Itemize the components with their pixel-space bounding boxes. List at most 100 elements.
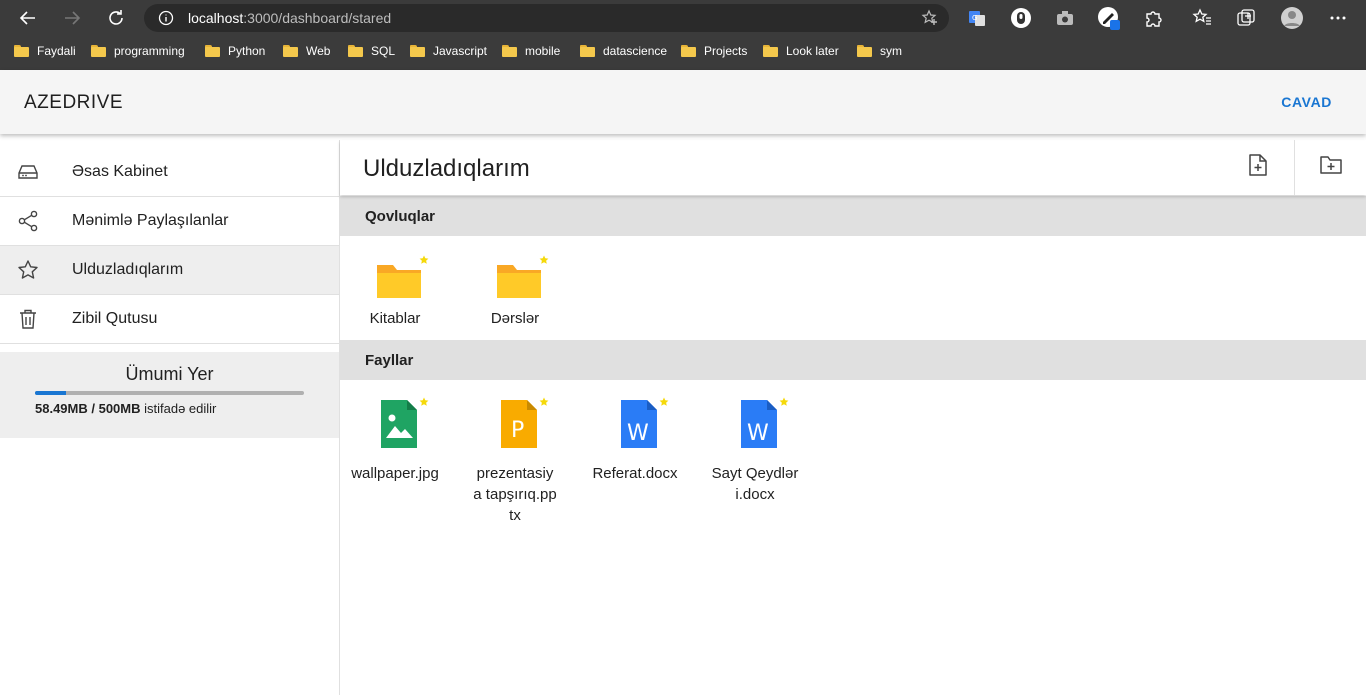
favorites-icon[interactable]	[1190, 6, 1214, 30]
back-icon[interactable]	[16, 6, 40, 30]
folder-icon	[857, 45, 872, 57]
file-name: Sayt Qeydləri.docx	[711, 465, 799, 503]
file-item[interactable]: W Referat.docx	[585, 397, 685, 518]
folder-icon	[580, 45, 595, 57]
image-file-icon	[375, 398, 423, 450]
add-favorite-icon[interactable]	[921, 9, 939, 32]
word-file-icon: W	[735, 398, 783, 450]
storage-usage-text: 58.49MB / 500MB istifadə edilir	[35, 401, 217, 416]
svg-text:P: P	[511, 418, 524, 443]
bookmark-folder[interactable]: programming	[91, 42, 185, 60]
folder-icon	[283, 45, 298, 57]
color-picker-icon[interactable]	[1097, 6, 1121, 30]
sidebar-item-shared[interactable]: Mənimlə Paylaşılanlar	[0, 197, 339, 246]
bookmark-folder[interactable]: Faydali	[14, 42, 76, 60]
bookmark-folder[interactable]: mobile	[502, 42, 560, 60]
user-button[interactable]: CAVAD	[1281, 94, 1332, 110]
starred-icon	[659, 394, 669, 412]
file-name: Referat.docx	[592, 465, 678, 482]
starred-icon	[779, 394, 789, 412]
folder-icon	[502, 45, 517, 57]
bookmark-folder[interactable]: datascience	[580, 42, 667, 60]
create-folder-button[interactable]	[1316, 152, 1346, 182]
bookmark-folder[interactable]: Python	[205, 42, 265, 60]
folder-icon	[91, 45, 106, 57]
folder-icon	[681, 45, 696, 57]
folder-icon	[348, 45, 363, 57]
sidebar: Əsas Kabinet Mənimlə Paylaşılanlar Ulduz…	[0, 140, 340, 695]
extension-icon[interactable]	[1009, 6, 1033, 30]
bookmark-folder[interactable]: Look later	[763, 42, 839, 60]
browser-nav-row: localhost:3000/dashboard/stared G	[0, 0, 1366, 36]
file-name: prezentasiya tapşırıq.pptx	[473, 465, 557, 524]
sidebar-item-label: Ulduzladıqlarım	[72, 261, 184, 278]
more-menu-icon[interactable]	[1326, 6, 1350, 30]
storage-progress-fill	[35, 391, 67, 395]
page-title: Ulduzladıqlarım	[363, 155, 530, 182]
folder-name: Kitablar	[369, 310, 421, 327]
svg-text:W: W	[747, 421, 769, 446]
sidebar-item-starred[interactable]: Ulduzladıqlarım	[0, 246, 339, 295]
file-item[interactable]: wallpaper.jpg	[345, 397, 445, 518]
folder-icon	[495, 256, 543, 308]
camera-icon[interactable]	[1053, 6, 1077, 30]
bookmark-folder[interactable]: Projects	[681, 42, 747, 60]
storage-progress-bar	[35, 391, 304, 395]
star-icon	[16, 258, 40, 282]
main-toolbar: Ulduzladıqlarım	[340, 140, 1366, 195]
translate-icon[interactable]: G	[965, 6, 989, 30]
file-name: wallpaper.jpg	[351, 465, 439, 482]
folder-icon	[763, 45, 778, 57]
bookmark-folder[interactable]: sym	[857, 42, 902, 60]
starred-icon	[419, 394, 429, 412]
url-text: localhost:3000/dashboard/stared	[188, 10, 392, 26]
slides-file-icon: P	[495, 398, 543, 450]
bookmark-folder[interactable]: SQL	[348, 42, 395, 60]
brand-logo[interactable]: AZEDRIVE	[24, 92, 123, 114]
bookmarks-bar: Faydali programming Python Web SQL Javas…	[0, 38, 1366, 64]
collections-icon[interactable]	[1234, 6, 1258, 30]
files-heading: Fayllar	[365, 352, 414, 369]
bookmark-folder[interactable]: Javascript	[410, 42, 487, 60]
folder-icon	[205, 45, 220, 57]
app-header: AZEDRIVE CAVAD	[0, 70, 1366, 134]
folders-section-header: Qovluqlar	[340, 196, 1366, 236]
folders-heading: Qovluqlar	[365, 208, 436, 225]
storage-panel: Ümumi Yer 58.49MB / 500MB istifadə edili…	[0, 352, 339, 438]
files-section-header: Fayllar	[340, 340, 1366, 380]
folder-icon	[410, 45, 425, 57]
file-add-icon	[1247, 153, 1269, 182]
share-icon	[16, 209, 40, 233]
starred-icon	[419, 252, 429, 270]
folder-icon	[14, 45, 29, 57]
upload-file-button[interactable]	[1243, 152, 1273, 182]
folder-name: Dərslər	[490, 310, 540, 327]
starred-icon	[539, 252, 549, 270]
folder-item[interactable]: Dərslər	[465, 255, 565, 346]
toolbar-divider	[1294, 140, 1295, 195]
sidebar-item-label: Əsas Kabinet	[72, 163, 168, 180]
folder-item[interactable]: Kitablar	[345, 255, 445, 346]
extensions-puzzle-icon[interactable]	[1141, 6, 1165, 30]
drive-icon	[16, 160, 40, 184]
main-content: Ulduzladıqlarım Qovluqlar Kitablar Dərsl…	[340, 140, 1366, 695]
browser-toolbar: localhost:3000/dashboard/stared G Faydal…	[0, 0, 1366, 70]
reload-icon[interactable]	[104, 6, 128, 30]
forward-icon[interactable]	[60, 6, 84, 30]
trash-icon	[16, 307, 40, 331]
sidebar-item-label: Zibil Qutusu	[72, 310, 158, 327]
folder-add-icon	[1319, 154, 1343, 181]
starred-icon	[539, 394, 549, 412]
svg-text:G: G	[972, 14, 977, 22]
svg-text:W: W	[627, 421, 649, 446]
bookmark-folder[interactable]: Web	[283, 42, 330, 60]
sidebar-item-main-cabinet[interactable]: Əsas Kabinet	[0, 148, 339, 197]
sidebar-item-trash[interactable]: Zibil Qutusu	[0, 295, 339, 344]
profile-avatar-icon[interactable]	[1280, 6, 1304, 30]
sidebar-item-label: Mənimlə Paylaşılanlar	[72, 212, 229, 229]
address-bar[interactable]: localhost:3000/dashboard/stared	[144, 4, 949, 32]
folder-icon	[375, 256, 423, 308]
site-info-icon[interactable]	[158, 10, 174, 31]
file-item[interactable]: P prezentasiya tapşırıq.pptx	[465, 397, 565, 524]
file-item[interactable]: W Sayt Qeydləri.docx	[705, 397, 805, 528]
